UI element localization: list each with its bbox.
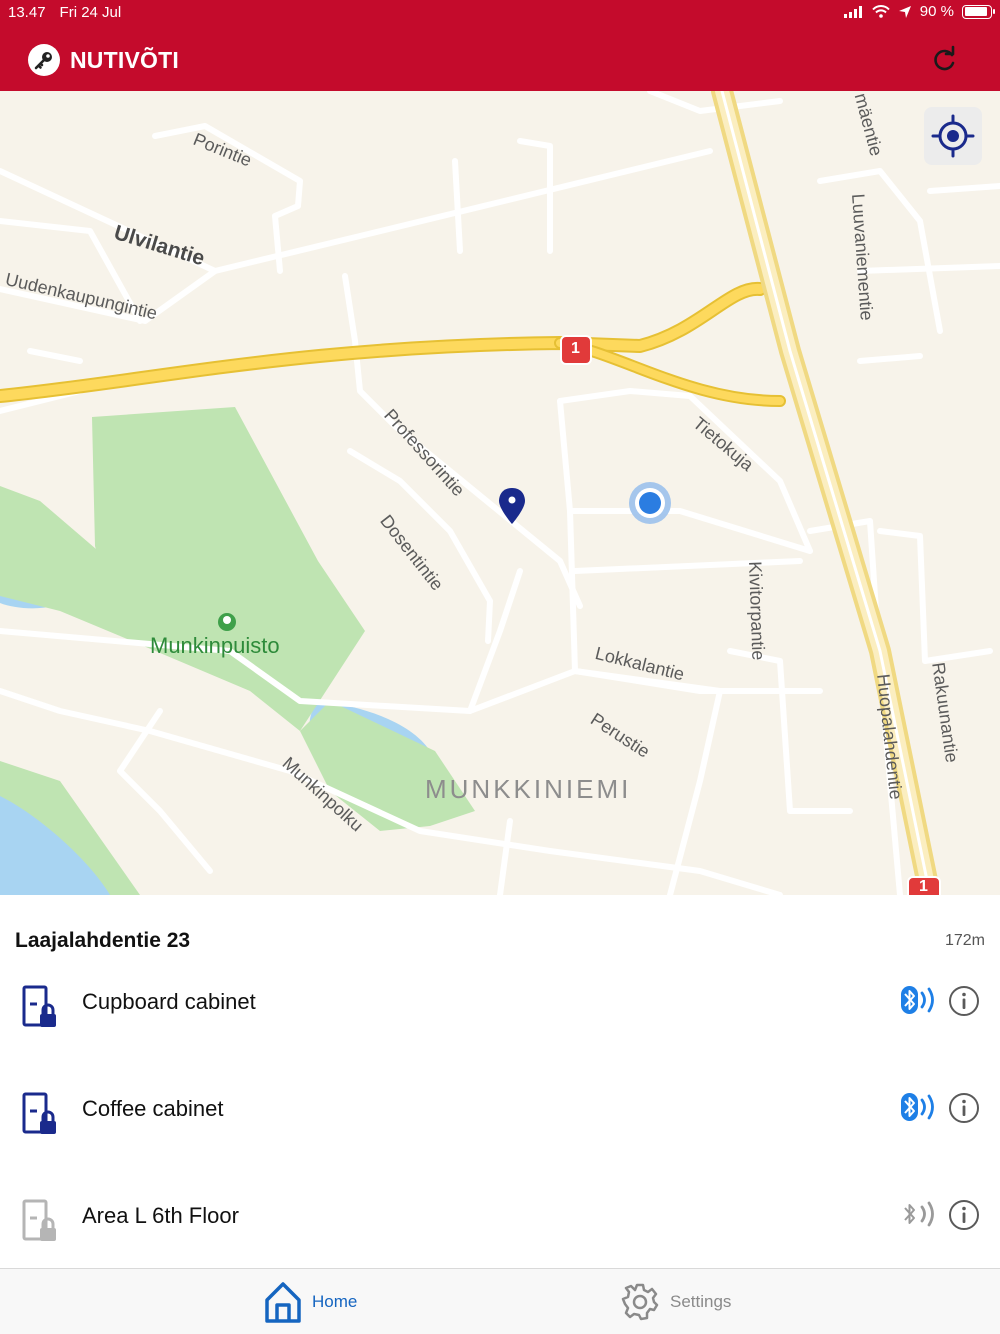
- road-shield-number: 1: [919, 878, 928, 895]
- bluetooth-icon: [901, 986, 934, 1014]
- tab-settings-label: Settings: [670, 1292, 732, 1311]
- lock-row[interactable]: Coffee cabinet: [0, 1092, 1000, 1199]
- refresh-icon: [934, 45, 955, 71]
- status-time: 13.47: [8, 4, 46, 21]
- lock-name: Coffee cabinet: [82, 1096, 224, 1121]
- door-lock-icon: [22, 1092, 56, 1134]
- battery-percent: 90 %: [919, 3, 954, 20]
- map-pin-marker: [499, 488, 525, 524]
- home-icon: [265, 1282, 301, 1323]
- battery-icon: [962, 4, 995, 19]
- status-date: Fri 24 Jul: [59, 4, 122, 21]
- road-shield-number: 1: [571, 340, 580, 357]
- wifi-icon: [872, 5, 890, 18]
- location-name: Laajalahdentie 23: [15, 929, 191, 952]
- district-label: MUNKKINIEMI: [425, 774, 632, 804]
- locate-me-button[interactable]: [924, 107, 982, 165]
- map-view[interactable]: 1 1 Porintie Ulvilantie Uudenkaupunginti…: [0, 91, 1000, 895]
- tab-bar: Home Settings: [0, 1268, 1000, 1334]
- lock-name: Area L 6th Floor: [82, 1203, 239, 1228]
- tab-settings[interactable]: Settings: [620, 1269, 731, 1334]
- info-icon[interactable]: [948, 985, 980, 1017]
- user-location-dot: [629, 482, 671, 524]
- key-logo-icon: [28, 44, 60, 76]
- refresh-button[interactable]: [928, 44, 960, 76]
- park-label: Munkinpuisto: [150, 633, 280, 658]
- tab-home[interactable]: Home: [264, 1269, 357, 1334]
- tab-home-label: Home: [312, 1292, 358, 1311]
- bluetooth-icon: [904, 1201, 934, 1227]
- lock-name: Cupboard cabinet: [82, 989, 256, 1014]
- park-munkinpuisto: [92, 407, 365, 731]
- bluetooth-icon: [901, 1093, 934, 1121]
- info-icon[interactable]: [948, 1092, 980, 1124]
- park-marker-icon: [218, 613, 236, 631]
- lock-row[interactable]: Cupboard cabinet: [0, 985, 1000, 1092]
- location-arrow-icon: [898, 5, 911, 18]
- street-label: Kivitorpantie: [745, 561, 769, 661]
- info-icon[interactable]: [948, 1199, 980, 1231]
- battery-fill: [964, 7, 987, 16]
- door-lock-icon: [22, 1199, 56, 1241]
- crosshair-icon: [931, 114, 975, 158]
- gear-icon: [621, 1283, 659, 1321]
- cellular-signal-icon: [843, 5, 862, 18]
- status-bar: 13.47 Fri 24 Jul 90 %: [0, 0, 1000, 26]
- app-header: 13.47 Fri 24 Jul 90 % NUTIVÕTI: [0, 0, 1000, 91]
- locks-sheet: Laajalahdentie 23 172m Cupboard cabinet: [0, 895, 1000, 1268]
- app-title: NUTIVÕTI: [70, 47, 179, 73]
- location-distance: 172m: [944, 932, 985, 949]
- door-lock-icon: [22, 985, 56, 1027]
- app-bar: NUTIVÕTI: [0, 26, 1000, 91]
